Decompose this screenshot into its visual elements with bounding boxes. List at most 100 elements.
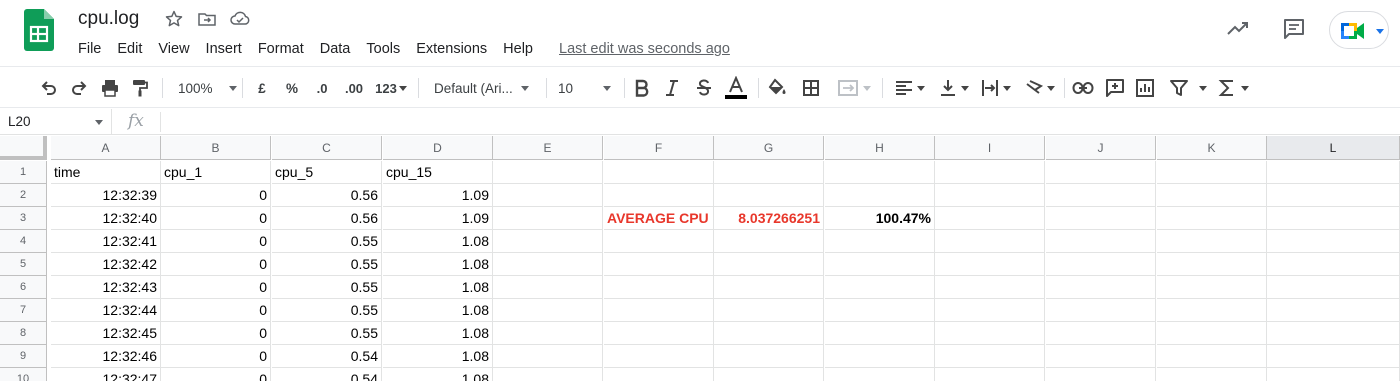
cell-a1[interactable]: time [51,161,161,184]
cell-a9[interactable]: 12:32:46 [51,345,161,368]
cell-b3[interactable]: 0 [161,207,271,230]
cell-c6[interactable]: 0.55 [272,276,382,299]
column-header-a[interactable]: A [51,136,161,160]
cell-e6[interactable] [493,276,603,299]
activity-trend-icon[interactable] [1225,16,1251,42]
cell-g8[interactable] [714,322,824,345]
cell-l9[interactable] [1267,345,1400,368]
column-header-e[interactable]: E [493,136,603,160]
cell-b2[interactable]: 0 [161,184,271,207]
row-header[interactable]: 1 [0,161,47,184]
cell-e7[interactable] [493,299,603,322]
paint-format-icon[interactable] [129,77,151,99]
google-sheets-logo-icon[interactable] [24,9,54,51]
column-header-k[interactable]: K [1157,136,1267,160]
star-icon[interactable] [164,9,184,29]
cell-j7[interactable] [1046,299,1156,322]
cell-k4[interactable] [1157,230,1267,253]
cell-g7[interactable] [714,299,824,322]
name-box[interactable]: L20 [0,109,112,135]
cell-h4[interactable] [825,230,935,253]
cell-h2[interactable] [825,184,935,207]
cell-l7[interactable] [1267,299,1400,322]
cell-h8[interactable] [825,322,935,345]
cell-b7[interactable]: 0 [161,299,271,322]
cell-f1[interactable] [604,161,714,184]
horizontal-align-icon[interactable] [890,77,928,99]
cell-f3[interactable]: AVERAGE CPU [604,207,714,230]
cell-l8[interactable] [1267,322,1400,345]
row-header[interactable]: 3 [0,207,47,230]
cell-d5[interactable]: 1.08 [383,253,493,276]
cell-j5[interactable] [1046,253,1156,276]
menu-insert[interactable]: Insert [198,39,250,59]
increase-decimal-button[interactable]: .00 [340,77,368,99]
decrease-decimal-button[interactable]: .0 [310,77,334,99]
cell-c1[interactable]: cpu_5 [272,161,382,184]
cell-d3[interactable]: 1.09 [383,207,493,230]
cell-i2[interactable] [935,184,1045,207]
cell-k7[interactable] [1157,299,1267,322]
cell-a6[interactable]: 12:32:43 [51,276,161,299]
cloud-status-icon[interactable] [229,9,250,29]
column-header-f[interactable]: F [604,136,714,160]
column-header-l[interactable]: L [1267,136,1400,160]
column-header-d[interactable]: D [383,136,493,160]
cell-c4[interactable]: 0.55 [272,230,382,253]
row-header[interactable]: 9 [0,345,47,368]
menu-help[interactable]: Help [495,39,541,59]
cell-g4[interactable] [714,230,824,253]
cell-l2[interactable] [1267,184,1400,207]
cell-g9[interactable] [714,345,824,368]
column-header-b[interactable]: B [161,136,271,160]
last-edit-link[interactable]: Last edit was seconds ago [555,39,734,59]
row-header[interactable]: 5 [0,253,47,276]
select-all-corner[interactable] [0,136,47,160]
menu-format[interactable]: Format [250,39,312,59]
cell-f7[interactable] [604,299,714,322]
cell-k9[interactable] [1157,345,1267,368]
cell-d7[interactable]: 1.08 [383,299,493,322]
cell-f8[interactable] [604,322,714,345]
cell-a2[interactable]: 12:32:39 [51,184,161,207]
row-header[interactable]: 10 [0,368,47,381]
column-header-j[interactable]: J [1046,136,1156,160]
cell-b9[interactable]: 0 [161,345,271,368]
cell-b5[interactable]: 0 [161,253,271,276]
cell-c7[interactable]: 0.55 [272,299,382,322]
cell-g2[interactable] [714,184,824,207]
font-family-select[interactable]: Default (Ari... [428,77,540,99]
font-size-select[interactable]: 10 [552,77,618,99]
cell-h7[interactable] [825,299,935,322]
cell-g5[interactable] [714,253,824,276]
cell-i8[interactable] [935,322,1045,345]
cell-f6[interactable] [604,276,714,299]
menu-extensions[interactable]: Extensions [408,39,495,59]
vertical-align-icon[interactable] [934,77,972,99]
cell-l6[interactable] [1267,276,1400,299]
cell-d2[interactable]: 1.09 [383,184,493,207]
more-formats-button[interactable]: 123 [372,77,410,99]
cell-d9[interactable]: 1.08 [383,345,493,368]
cell-k8[interactable] [1157,322,1267,345]
cell-h1[interactable] [825,161,935,184]
cell-c5[interactable]: 0.55 [272,253,382,276]
menu-data[interactable]: Data [312,39,359,59]
bold-icon[interactable] [632,77,652,99]
row-header[interactable]: 8 [0,322,47,345]
cell-j3[interactable] [1046,207,1156,230]
cell-j8[interactable] [1046,322,1156,345]
cell-e10[interactable] [493,368,603,381]
menu-file[interactable]: File [70,39,109,59]
zoom-select[interactable]: 100% [172,77,237,99]
cell-k1[interactable] [1157,161,1267,184]
cell-k5[interactable] [1157,253,1267,276]
cell-c3[interactable]: 0.56 [272,207,382,230]
cell-i7[interactable] [935,299,1045,322]
merge-cells-icon[interactable] [832,77,876,99]
menu-view[interactable]: View [150,39,197,59]
cell-b1[interactable]: cpu_1 [161,161,271,184]
cell-i9[interactable] [935,345,1045,368]
cell-d6[interactable]: 1.08 [383,276,493,299]
cell-e8[interactable] [493,322,603,345]
